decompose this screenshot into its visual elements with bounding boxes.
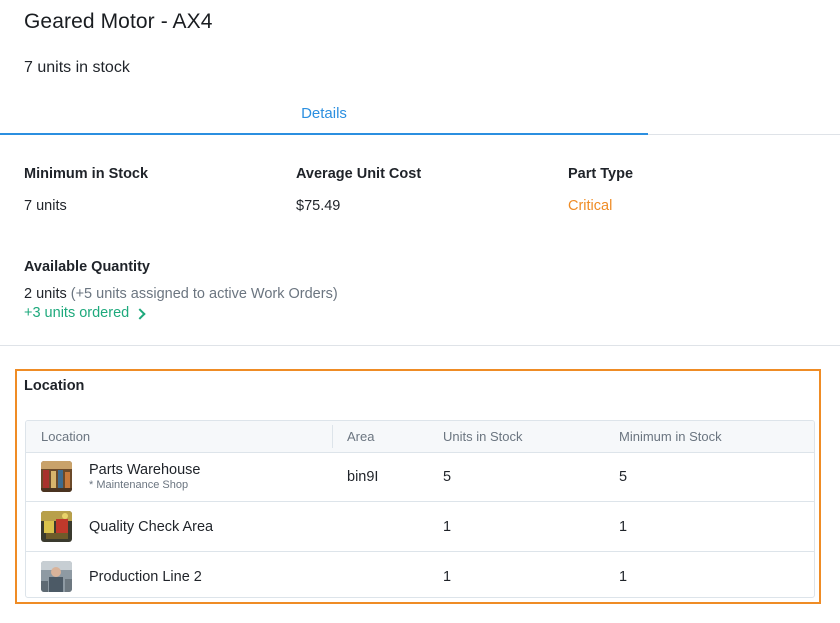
table-row[interactable]: Quality Check Area 1 1 [26,502,814,552]
chevron-right-icon [134,308,146,320]
units-value: 5 [443,469,452,485]
section-divider [0,345,840,346]
available-quantity-note: (+5 units assigned to active Work Orders… [70,286,338,302]
minimum-value: 1 [619,519,628,535]
area-value: bin9I [347,469,379,485]
location-section-title: Location [24,378,85,394]
column-divider [332,425,333,448]
units-ordered-link[interactable]: +3 units ordered [24,305,146,321]
units-value: 1 [443,519,452,535]
warehouse-photo-icon [41,461,72,492]
location-name[interactable]: Parts Warehouse [89,462,200,478]
column-header-area[interactable]: Area [347,421,374,452]
column-header-units[interactable]: Units in Stock [443,421,522,452]
units-ordered-label: +3 units ordered [24,305,130,321]
minimum-value: 5 [619,469,628,485]
minimum-in-stock-label: Minimum in Stock [24,166,149,182]
part-type-label: Part Type [568,166,634,182]
available-quantity-value: 2 units [24,286,67,302]
table-row[interactable]: Parts Warehouse * Maintenance Shop bin9I… [26,452,814,502]
location-name[interactable]: Quality Check Area [89,519,213,535]
units-value: 1 [443,569,452,585]
average-unit-cost-label: Average Unit Cost [296,166,422,182]
tab-bar: Details [0,95,840,135]
stock-summary: 7 units in stock [24,59,130,76]
qc-area-photo-icon [41,511,72,542]
table-header: Location Area Units in Stock Minimum in … [26,421,814,453]
column-header-location[interactable]: Location [41,421,90,452]
average-unit-cost-value: $75.49 [296,198,341,214]
part-type-value: Critical [568,198,613,214]
table-row[interactable]: Production Line 2 1 1 [26,552,814,597]
location-name[interactable]: Production Line 2 [89,569,202,585]
minimum-value: 1 [619,569,628,585]
production-line-photo-icon [41,561,72,592]
available-quantity-line: 2 units (+5 units assigned to active Wor… [24,286,338,302]
page-title: Geared Motor - AX4 [24,10,213,33]
tab-details[interactable]: Details [0,95,648,135]
available-quantity-label: Available Quantity [24,259,150,275]
location-table: Location Area Units in Stock Minimum in … [25,420,815,598]
minimum-in-stock-value: 7 units [24,198,67,214]
location-parent: * Maintenance Shop [89,479,189,491]
column-header-minimum[interactable]: Minimum in Stock [619,421,722,452]
part-detail-page: Geared Motor - AX4 7 units in stock Deta… [0,0,840,623]
